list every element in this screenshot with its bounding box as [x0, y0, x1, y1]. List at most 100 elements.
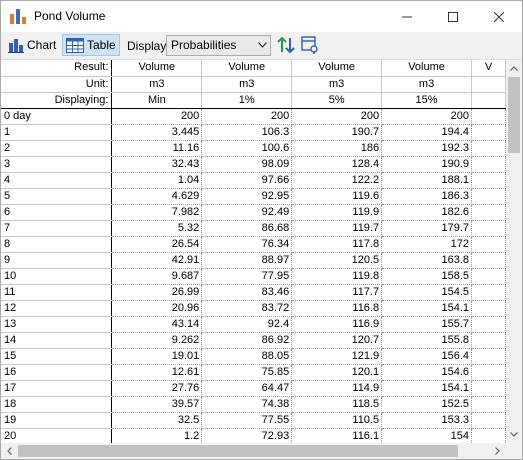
table-cell[interactable]	[471, 316, 506, 333]
table-cell[interactable]: 83.46	[201, 284, 293, 301]
table-cell[interactable]: 27.76	[111, 380, 203, 397]
table-cell[interactable]: 163.8	[381, 252, 473, 269]
row-label[interactable]: 16	[1, 364, 113, 381]
table-cell[interactable]: 119.6	[291, 188, 383, 205]
table-cell[interactable]: 7.982	[111, 204, 203, 221]
table-cell[interactable]: 86.92	[201, 332, 293, 349]
table-cell[interactable]: 114.9	[291, 380, 383, 397]
table-cell[interactable]: 88.97	[201, 252, 293, 269]
table-cell[interactable]: 74.38	[201, 396, 293, 413]
table-cell[interactable]: 154.1	[381, 380, 473, 397]
table-cell[interactable]	[471, 188, 506, 205]
table-cell[interactable]	[471, 252, 506, 269]
table-cell[interactable]: 154	[381, 428, 473, 443]
table-cell[interactable]: 1.2	[111, 428, 203, 443]
table-cell[interactable]: 116.1	[291, 428, 383, 443]
table-cell[interactable]: 64.47	[201, 380, 293, 397]
table-cell[interactable]: 188.1	[381, 172, 473, 189]
table-cell[interactable]: 119.7	[291, 220, 383, 237]
table-cell[interactable]	[471, 428, 506, 443]
table-cell[interactable]: 119.9	[291, 204, 383, 221]
table-cell[interactable]	[471, 220, 506, 237]
row-label[interactable]: 0 day	[1, 108, 113, 125]
row-label[interactable]: 9	[1, 252, 113, 269]
table-cell[interactable]: 153.3	[381, 412, 473, 429]
table-cell[interactable]: 26.54	[111, 236, 203, 253]
table-cell[interactable]: 76.34	[201, 236, 293, 253]
table-cell[interactable]: 121.9	[291, 348, 383, 365]
table-cell[interactable]: 106.3	[201, 124, 293, 141]
table-cell[interactable]: 12.61	[111, 364, 203, 381]
row-label[interactable]: 14	[1, 332, 113, 349]
table-cell[interactable]: 83.72	[201, 300, 293, 317]
table-cell[interactable]	[471, 396, 506, 413]
scroll-left-icon[interactable]	[1, 443, 18, 459]
table-cell[interactable]	[471, 348, 506, 365]
row-label[interactable]: 3	[1, 156, 113, 173]
table-cell[interactable]: 98.09	[201, 156, 293, 173]
table-cell[interactable]: 77.95	[201, 268, 293, 285]
table-cell[interactable]: 97.66	[201, 172, 293, 189]
column-header-displaying[interactable]: 5%	[291, 92, 383, 109]
table-cell[interactable]: 42.91	[111, 252, 203, 269]
table-cell[interactable]: 26.99	[111, 284, 203, 301]
table-cell[interactable]: 11.16	[111, 140, 203, 157]
row-label[interactable]: 13	[1, 316, 113, 333]
table-cell[interactable]: 120.7	[291, 332, 383, 349]
table-cell[interactable]: 120.1	[291, 364, 383, 381]
row-label[interactable]: 17	[1, 380, 113, 397]
table-cell[interactable]: 120.5	[291, 252, 383, 269]
table-cell[interactable]: 152.5	[381, 396, 473, 413]
table-cell[interactable]: 155.7	[381, 316, 473, 333]
table-cell[interactable]: 39.57	[111, 396, 203, 413]
table-cell[interactable]: 156.4	[381, 348, 473, 365]
table-cell[interactable]: 154.6	[381, 364, 473, 381]
row-label[interactable]: 10	[1, 268, 113, 285]
column-header-result[interactable]: Volume	[381, 60, 473, 77]
table-cell[interactable]	[471, 204, 506, 221]
row-label[interactable]: 19	[1, 412, 113, 429]
table-cell[interactable]	[471, 268, 506, 285]
row-label[interactable]: 7	[1, 220, 113, 237]
table-cell[interactable]: 158.5	[381, 268, 473, 285]
table-cell[interactable]: 116.9	[291, 316, 383, 333]
table-cell[interactable]: 77.55	[201, 412, 293, 429]
table-cell[interactable]: 92.4	[201, 316, 293, 333]
table-cell[interactable]: 179.7	[381, 220, 473, 237]
column-header-displaying[interactable]: 15%	[381, 92, 473, 109]
column-header-unit[interactable]: m3	[291, 76, 383, 93]
scroll-down-icon[interactable]	[506, 426, 522, 443]
table-cell[interactable]: 75.85	[201, 364, 293, 381]
column-header-result[interactable]: Volume	[291, 60, 383, 77]
row-label[interactable]: 1	[1, 124, 113, 141]
table-cell[interactable]: 4.629	[111, 188, 203, 205]
column-header-displaying[interactable]	[471, 92, 506, 109]
row-label[interactable]: 18	[1, 396, 113, 413]
table-cell[interactable]	[471, 108, 506, 125]
row-label[interactable]: 6	[1, 204, 113, 221]
row-label[interactable]: 8	[1, 236, 113, 253]
chart-view-button[interactable]: Chart	[4, 34, 56, 56]
row-label[interactable]: 11	[1, 284, 113, 301]
table-cell[interactable]: 88.05	[201, 348, 293, 365]
row-label[interactable]: 15	[1, 348, 113, 365]
column-header-unit[interactable]: m3	[111, 76, 203, 93]
table-cell[interactable]: 119.8	[291, 268, 383, 285]
table-cell[interactable]: 100.6	[201, 140, 293, 157]
table-cell[interactable]: 154.5	[381, 284, 473, 301]
table-cell[interactable]: 32.43	[111, 156, 203, 173]
table-view-button[interactable]: Table	[62, 34, 120, 56]
table-cell[interactable]	[471, 156, 506, 173]
table-cell[interactable]: 1.04	[111, 172, 203, 189]
row-label[interactable]: 12	[1, 300, 113, 317]
horizontal-scrollbar[interactable]	[1, 443, 506, 459]
table-cell[interactable]: 190.9	[381, 156, 473, 173]
row-label[interactable]: 2	[1, 140, 113, 157]
vertical-scrollbar[interactable]	[506, 60, 522, 443]
table-cell[interactable]: 117.7	[291, 284, 383, 301]
table-cell[interactable]: 32.5	[111, 412, 203, 429]
table-cell[interactable]: 190.7	[291, 124, 383, 141]
table-cell[interactable]	[471, 300, 506, 317]
column-header-result[interactable]: Volume	[111, 60, 203, 77]
table-cell[interactable]: 200	[111, 108, 203, 125]
